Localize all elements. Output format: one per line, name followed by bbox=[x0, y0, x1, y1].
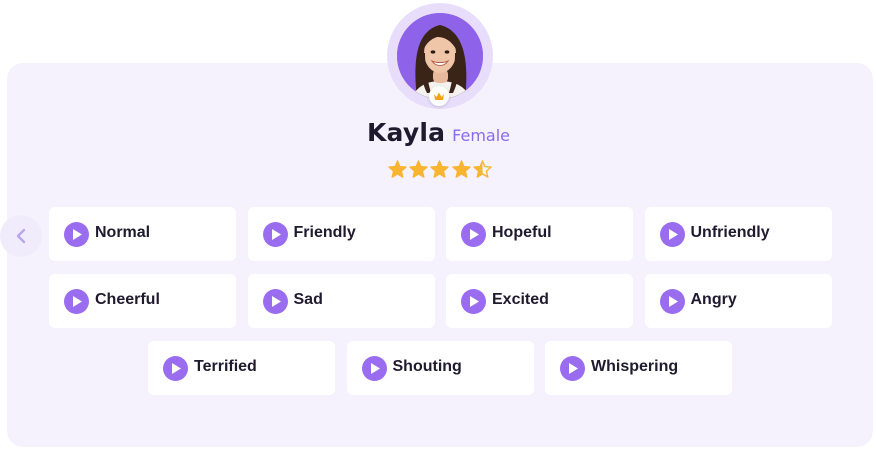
voice-card: Kayla Female Normal Friendly Hopeful Unfrien… bbox=[0, 0, 877, 454]
play-icon[interactable] bbox=[659, 289, 685, 314]
voice-style-friendly[interactable]: Friendly bbox=[247, 207, 435, 261]
voice-style-label: Sad bbox=[293, 291, 323, 308]
rating-stars bbox=[388, 160, 492, 180]
voice-style-hopeful[interactable]: Hopeful bbox=[446, 207, 633, 261]
voice-style-label: Shouting bbox=[392, 358, 462, 375]
voice-style-whispering[interactable]: Whispering bbox=[545, 341, 732, 395]
play-icon[interactable] bbox=[64, 222, 89, 247]
voice-style-angry[interactable]: Angry bbox=[644, 274, 832, 328]
play-icon[interactable] bbox=[461, 222, 486, 247]
voice-style-label: Normal bbox=[95, 224, 151, 241]
play-icon[interactable] bbox=[659, 222, 685, 247]
play-icon[interactable] bbox=[262, 222, 288, 247]
play-icon[interactable] bbox=[361, 356, 387, 381]
play-icon[interactable] bbox=[560, 356, 585, 381]
voice-style-label: Friendly bbox=[293, 224, 356, 241]
voice-style-label: Hopeful bbox=[492, 224, 552, 241]
previous-button[interactable] bbox=[0, 215, 42, 257]
voice-style-label: Terrified bbox=[194, 358, 257, 375]
voice-style-cheerful[interactable]: Cheerful bbox=[49, 274, 236, 328]
star-half-icon bbox=[473, 160, 492, 179]
voice-style-shouting[interactable]: Shouting bbox=[346, 341, 534, 395]
voice-style-sad[interactable]: Sad bbox=[247, 274, 435, 328]
play-icon[interactable] bbox=[262, 289, 288, 314]
voice-style-label: Cheerful bbox=[95, 291, 160, 308]
star-full-icon bbox=[409, 160, 428, 179]
crown-icon bbox=[429, 86, 449, 106]
voice-style-excited[interactable]: Excited bbox=[446, 274, 633, 328]
star-full-icon bbox=[451, 160, 471, 179]
voice-style-label: Excited bbox=[492, 291, 549, 308]
star-full-icon bbox=[388, 160, 407, 179]
play-icon[interactable] bbox=[64, 289, 89, 314]
voice-style-label: Angry bbox=[690, 291, 737, 308]
voice-style-unfriendly[interactable]: Unfriendly bbox=[644, 207, 832, 261]
star-full-icon bbox=[430, 160, 450, 179]
profile-heading: Kayla Female bbox=[0, 118, 877, 147]
voice-style-normal[interactable]: Normal bbox=[49, 207, 236, 261]
voice-name: Kayla bbox=[366, 118, 446, 147]
voice-gender: Female bbox=[452, 126, 511, 145]
voice-style-label: Whispering bbox=[591, 358, 679, 375]
chevron-left-icon bbox=[16, 228, 26, 244]
voice-style-label: Unfriendly bbox=[690, 224, 770, 241]
voice-style-terrified[interactable]: Terrified bbox=[148, 341, 335, 395]
play-icon[interactable] bbox=[163, 356, 188, 381]
play-icon[interactable] bbox=[461, 289, 486, 314]
